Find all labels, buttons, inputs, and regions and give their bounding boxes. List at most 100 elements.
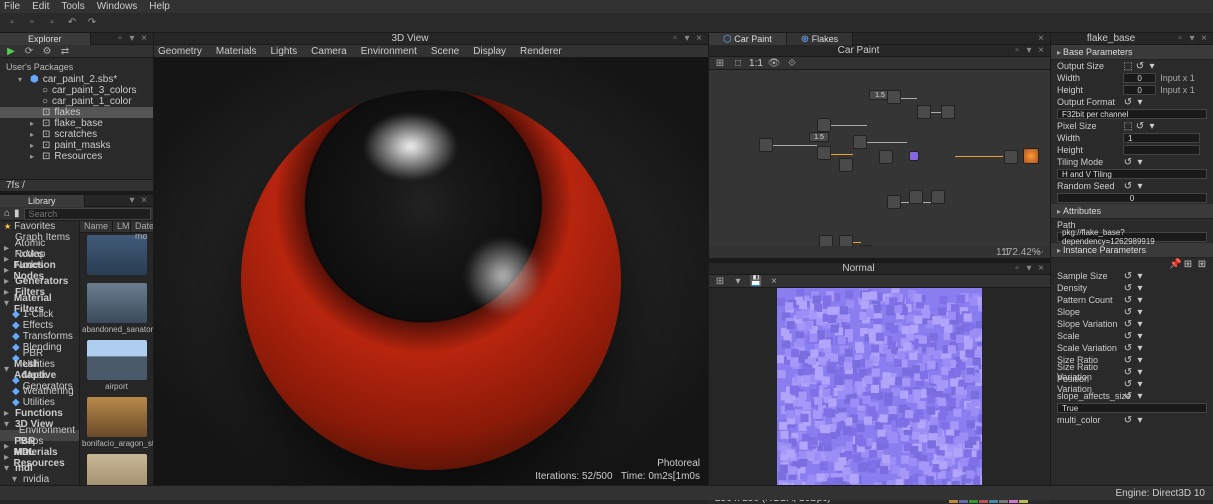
panel-close-icon[interactable]: × xyxy=(1199,33,1209,44)
normal-close-icon[interactable]: × xyxy=(767,275,781,287)
graph-node[interactable]: 1.5 xyxy=(809,132,829,142)
refresh-icon[interactable]: ⟳ xyxy=(22,45,36,57)
graph-canvas[interactable]: 1.51.51:1172.42%⋯ xyxy=(709,70,1050,259)
graph-1to1-icon[interactable]: 1:1 xyxy=(749,57,763,69)
tree-package[interactable]: ▾⬢car_paint_2.sbs* xyxy=(0,74,153,85)
panel-close-icon[interactable]: × xyxy=(1036,263,1046,274)
panel-opts-icon[interactable]: ▾ xyxy=(1187,33,1197,44)
graph-more-icon[interactable]: ⋯ xyxy=(1032,246,1046,258)
open-icon[interactable]: ▫ xyxy=(24,15,40,31)
panel-opts-icon[interactable]: ▾ xyxy=(1024,45,1034,56)
panel-undock-icon[interactable]: ▫ xyxy=(1012,45,1022,56)
panel-close-icon[interactable]: × xyxy=(139,33,149,44)
panel-close-icon[interactable]: × xyxy=(139,195,149,206)
view3d-menu-item[interactable]: Camera xyxy=(311,46,347,57)
normal-canvas[interactable] xyxy=(709,288,1050,493)
panel-opts-icon[interactable]: ▾ xyxy=(682,33,692,44)
library-tree-item[interactable]: ▸Function Nodes xyxy=(0,265,79,276)
library-tree-item[interactable]: ▸Functions xyxy=(0,408,79,419)
library-tree-item[interactable]: ▾nvidia xyxy=(0,474,79,485)
library-tab[interactable]: Library xyxy=(0,195,85,207)
prop-value[interactable] xyxy=(1123,145,1200,155)
view3d-menu-item[interactable]: Lights xyxy=(270,46,297,57)
thumbnail[interactable]: bonifacio_aragon_sta... xyxy=(80,395,153,452)
prop-section[interactable]: Base Parameters xyxy=(1051,45,1213,60)
graph-node[interactable] xyxy=(853,135,867,149)
prop-slider[interactable]: 0 xyxy=(1123,85,1156,95)
graph-node[interactable] xyxy=(887,195,901,209)
graph-node[interactable] xyxy=(759,138,773,152)
thumbnail[interactable] xyxy=(80,452,153,485)
panel-undock-icon[interactable]: ▫ xyxy=(1175,33,1185,44)
prop-section[interactable]: Attributes xyxy=(1051,204,1213,219)
library-tree-item[interactable]: ▸Generators xyxy=(0,276,79,287)
graph-node[interactable] xyxy=(839,158,853,172)
tree-item[interactable]: ▸⊡Resources xyxy=(0,151,153,162)
menu-windows[interactable]: Windows xyxy=(97,1,138,12)
view3d-menu-item[interactable]: Materials xyxy=(216,46,257,57)
tree-item[interactable]: ▸⊡flake_base xyxy=(0,118,153,129)
panel-undock-icon[interactable]: ▫ xyxy=(1012,263,1022,274)
prop-value[interactable]: 1 xyxy=(1123,133,1200,143)
link-icon[interactable]: ⬚ xyxy=(1123,61,1133,72)
panel-opts-icon[interactable]: ▾ xyxy=(127,33,137,44)
graph-node[interactable] xyxy=(1023,148,1039,164)
home-icon[interactable]: ⌂ xyxy=(4,208,10,219)
prop-value[interactable]: F32bit per channel xyxy=(1057,109,1207,119)
graph-node[interactable] xyxy=(941,105,955,119)
view3d-menu-item[interactable]: Environment xyxy=(361,46,417,57)
link-icon[interactable]: ⇄ xyxy=(58,45,72,57)
menu-help[interactable]: Help xyxy=(149,1,170,12)
col-name[interactable]: Name xyxy=(80,221,113,232)
library-tree-item[interactable]: ◆Effects xyxy=(0,320,79,331)
panel-opts-icon[interactable]: ▾ xyxy=(1024,263,1034,274)
panel-close-icon[interactable]: × xyxy=(1036,33,1046,44)
library-tree-item[interactable]: ▸MDL Resources xyxy=(0,452,79,463)
library-tree-item[interactable]: ◆Utilities xyxy=(0,397,79,408)
library-tree-item[interactable]: ◆Mask Generators xyxy=(0,375,79,386)
prop-value[interactable]: pkg://flake_base?dependency=1262989919 xyxy=(1057,232,1207,242)
menu-tools[interactable]: Tools xyxy=(61,1,84,12)
undo-icon[interactable]: ↶ xyxy=(64,15,80,31)
prop-value[interactable]: H and V Tiling xyxy=(1057,169,1207,179)
graph-tab[interactable]: ⊕ Flakes xyxy=(787,33,853,45)
graph-node[interactable] xyxy=(887,90,901,104)
library-tree-item[interactable]: ▾Material Filters xyxy=(0,298,79,309)
graph-node[interactable] xyxy=(817,118,831,132)
library-search-input[interactable] xyxy=(24,208,151,220)
library-tree-item[interactable]: ◆Transforms xyxy=(0,331,79,342)
graph-link-icon[interactable]: ⟐ xyxy=(785,57,799,69)
graph-node[interactable] xyxy=(917,105,931,119)
graph-zoom-icon[interactable]: ⊞ xyxy=(713,57,727,69)
panel-undock-icon[interactable]: ▫ xyxy=(115,33,125,44)
col-lm[interactable]: LM xyxy=(113,221,131,232)
graph-node[interactable] xyxy=(909,151,919,161)
panel-close-icon[interactable]: × xyxy=(1036,45,1046,56)
view3d-menu-item[interactable]: Display xyxy=(473,46,506,57)
library-tree-item[interactable]: ◆Weathering xyxy=(0,386,79,397)
graph-node[interactable] xyxy=(879,150,893,164)
graph-tab[interactable]: ⬡ Car Paint xyxy=(709,33,787,45)
redo-icon[interactable]: ↷ xyxy=(84,15,100,31)
view3d-menu-item[interactable]: Renderer xyxy=(520,46,562,57)
view3d-menu-item[interactable]: Geometry xyxy=(158,46,202,57)
prop-slider[interactable]: 0 xyxy=(1057,193,1207,203)
tree-item[interactable]: ▸⊡paint_masks xyxy=(0,140,153,151)
view3d-menu-item[interactable]: Scene xyxy=(431,46,459,57)
tree-item[interactable]: ○car_paint_1_color xyxy=(0,96,153,107)
graph-node[interactable] xyxy=(909,190,923,204)
graph-node[interactable] xyxy=(931,190,945,204)
graph-node[interactable] xyxy=(1004,150,1018,164)
explorer-tab[interactable]: Explorer xyxy=(0,33,91,45)
graph-eye-icon[interactable]: 👁 xyxy=(767,57,781,69)
thumbnail[interactable]: abandoned_sanatori... xyxy=(80,281,153,338)
pin-icon[interactable]: 📌 xyxy=(1169,259,1179,270)
graph-fit-icon[interactable]: □ xyxy=(731,57,745,69)
panel-opts-icon[interactable]: ▾ xyxy=(127,195,137,206)
thumbnail[interactable]: airport xyxy=(80,338,153,395)
menu-edit[interactable]: Edit xyxy=(32,1,49,12)
folder-icon[interactable]: ▮ xyxy=(14,208,20,219)
view3d-canvas[interactable]: Photoreal Iterations: 52/500 Time: 0m2s[… xyxy=(154,57,708,485)
panel-close-icon[interactable]: × xyxy=(694,33,704,44)
save-icon[interactable]: ▫ xyxy=(44,15,60,31)
